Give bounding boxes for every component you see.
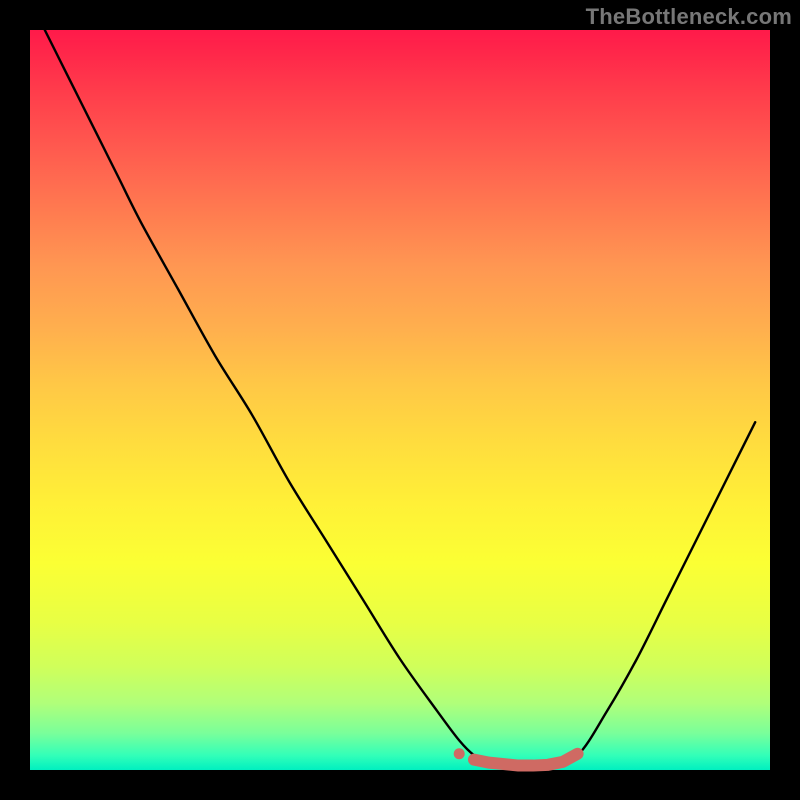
- sweet-spot-band: [474, 754, 578, 766]
- watermark-text: TheBottleneck.com: [586, 4, 792, 30]
- sweet-spot-markers: [454, 748, 578, 765]
- sweet-spot-start-dot: [454, 748, 465, 759]
- chart-svg: [30, 30, 770, 770]
- chart-frame: TheBottleneck.com: [0, 0, 800, 800]
- bottleneck-curve: [45, 30, 755, 767]
